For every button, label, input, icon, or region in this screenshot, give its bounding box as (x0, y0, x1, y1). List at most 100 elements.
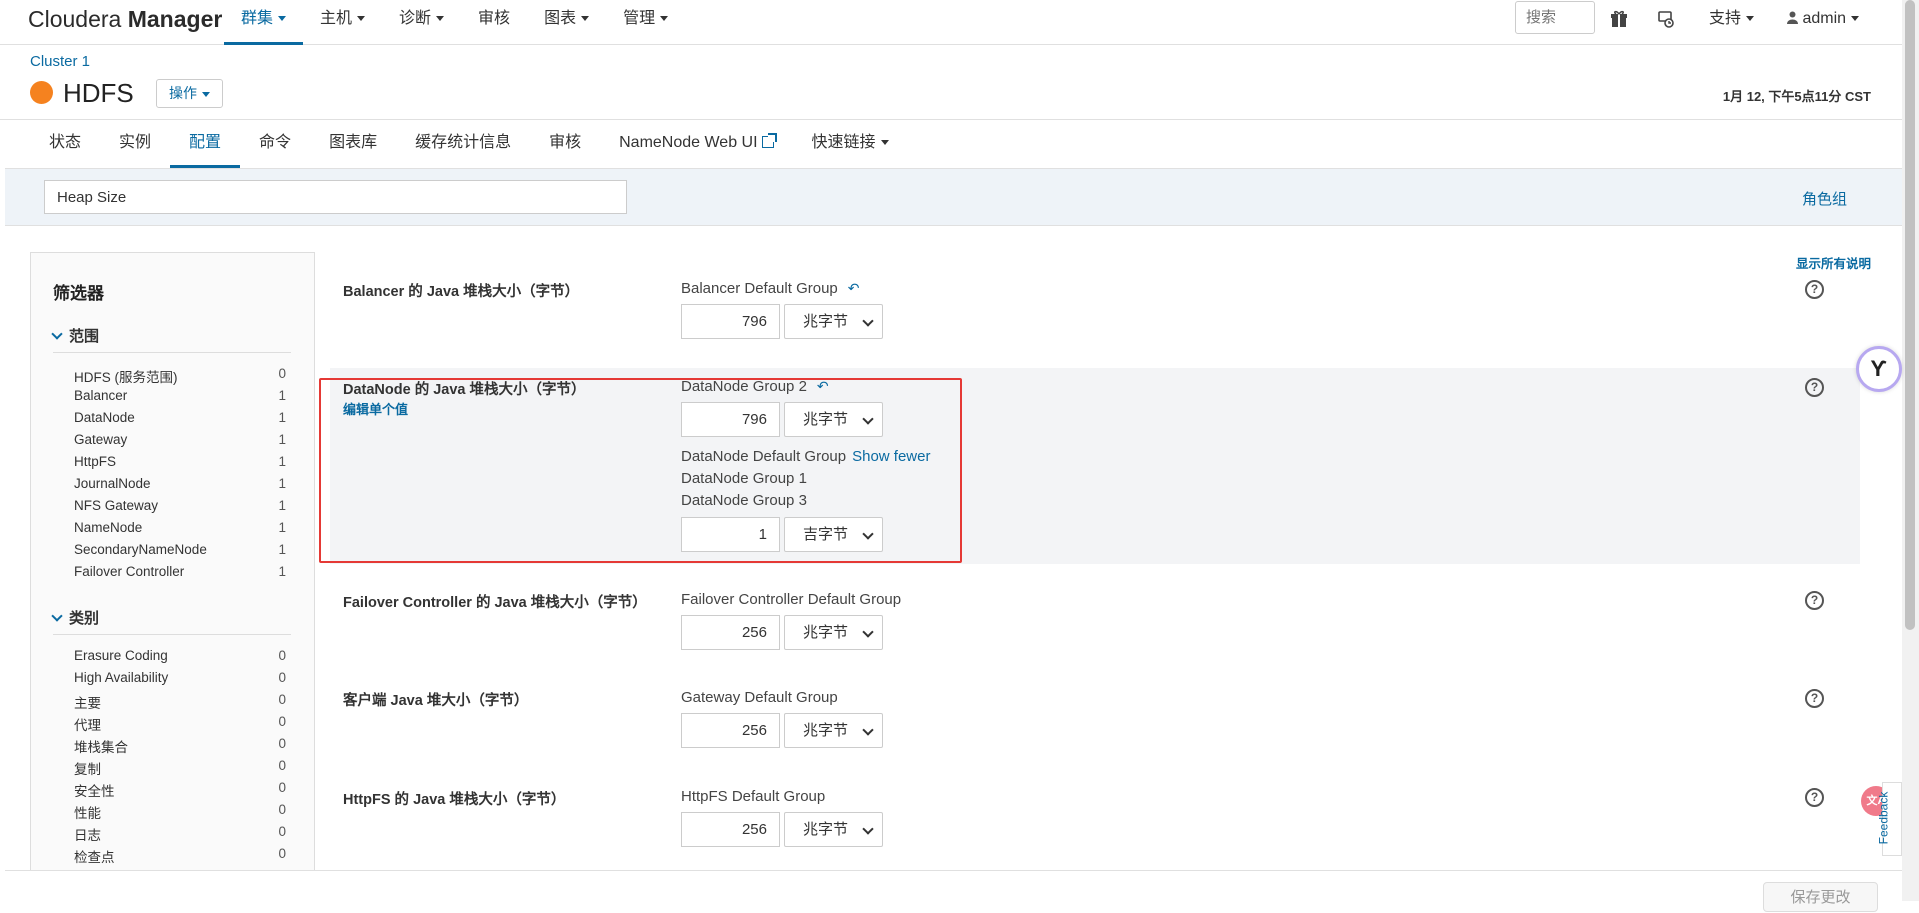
filter-count: 0 (278, 846, 286, 861)
filter-name: HttpFS (74, 454, 117, 469)
category-filter-item[interactable]: 性能 0 (74, 802, 286, 824)
nav-admin[interactable]: 管理 (606, 0, 685, 45)
help-icon[interactable]: ? (1805, 689, 1824, 708)
help-icon[interactable]: ? (1805, 788, 1824, 807)
brand-suffix: Manager (127, 6, 223, 32)
filter-name: SecondaryNameNode (74, 542, 207, 557)
save-changes-button[interactable]: 保存更改 (1763, 882, 1878, 912)
nav-clusters[interactable]: 群集 (224, 0, 304, 45)
tab-cache-stats[interactable]: 缓存统计信息 (396, 120, 530, 168)
category-filter-item[interactable]: 代理 0 (74, 714, 286, 736)
tab-chart-library[interactable]: 图表库 (310, 120, 396, 168)
filter-count: 0 (278, 366, 286, 381)
filter-name: High Availability (74, 670, 169, 685)
brand-prefix: Cloudera (28, 6, 122, 32)
scope-filter-item[interactable]: NameNode 1 (74, 520, 286, 542)
support-label: 支持 (1709, 10, 1742, 27)
user-icon (1787, 11, 1798, 24)
caret-down-icon (880, 140, 889, 146)
filter-count: 1 (278, 564, 286, 579)
filter-name: DataNode (74, 410, 135, 425)
config-search-bar: 角色组 (5, 168, 1902, 226)
assistant-icon[interactable]: Ƴ (1856, 346, 1902, 392)
filter-count: 1 (278, 498, 286, 513)
help-icon[interactable]: ? (1805, 591, 1824, 610)
filter-name: Failover Controller (74, 564, 185, 579)
undo-icon[interactable]: ↶ (848, 280, 860, 297)
caret-down-icon (660, 16, 669, 22)
scope-section-header[interactable]: 范围 (51, 325, 291, 353)
tab-commands[interactable]: 命令 (240, 120, 310, 168)
nav-hosts[interactable]: 主机 (303, 0, 382, 45)
feedback-tab[interactable]: Feedback (1876, 782, 1902, 856)
config-row-failover-controller: Failover Controller 的 Java 堆栈大小（字节） Fail… (330, 586, 1860, 682)
support-menu[interactable]: 支持 (1709, 0, 1755, 38)
heap-size-input[interactable]: 796 (681, 304, 780, 339)
config-row-httpfs: HttpFS 的 Java 堆栈大小（字节） HttpFS Default Gr… (330, 783, 1860, 863)
scrollbar-thumb[interactable] (1905, 0, 1915, 630)
role-groups-link[interactable]: 角色组 (1802, 188, 1847, 209)
scope-filter-item[interactable]: Gateway 1 (74, 432, 286, 454)
filter-count: 1 (278, 542, 286, 557)
help-icon[interactable]: ? (1805, 280, 1824, 299)
tab-status[interactable]: 状态 (30, 120, 100, 168)
tasks-icon[interactable] (1657, 10, 1675, 28)
unit-select[interactable]: 兆字节 (784, 713, 883, 748)
role-group-label: HttpFS Default Group (681, 788, 826, 805)
category-filter-item[interactable]: Erasure Coding 0 (74, 648, 286, 670)
category-filter-item[interactable]: High Availability 0 (74, 670, 286, 692)
tab-instances[interactable]: 实例 (100, 120, 170, 168)
category-section-header[interactable]: 类别 (51, 607, 291, 635)
filter-name: Gateway (74, 432, 128, 447)
feedback-label: Feedback (1876, 791, 1891, 845)
heap-size-input[interactable]: 256 (681, 812, 780, 847)
filter-name: 日志 (74, 828, 101, 843)
filter-count: 0 (278, 692, 286, 707)
filter-name: 性能 (74, 806, 101, 821)
tab-namenode-web-ui[interactable]: NameNode Web UI (600, 120, 792, 168)
filter-count: 0 (278, 824, 286, 839)
category-filter-item[interactable]: 安全性 0 (74, 780, 286, 802)
category-filter-item[interactable]: 主要 0 (74, 692, 286, 714)
heap-size-input[interactable]: 256 (681, 615, 780, 650)
tab-quick-links[interactable]: 快速链接 (793, 120, 908, 168)
scope-filter-item[interactable]: JournalNode 1 (74, 476, 286, 498)
scope-filter-item[interactable]: HttpFS 1 (74, 454, 286, 476)
nav-charts[interactable]: 图表 (527, 0, 606, 45)
user-menu[interactable]: admin (1787, 0, 1860, 38)
nav-audits[interactable]: 审核 (461, 0, 527, 45)
filter-count: 1 (278, 454, 286, 469)
bottom-action-bar (5, 870, 1902, 901)
filter-name: 堆栈集合 (74, 740, 128, 755)
scope-filter-item[interactable]: SecondaryNameNode 1 (74, 542, 286, 564)
unit-select[interactable]: 兆字节 (784, 304, 883, 339)
gift-icon[interactable] (1610, 10, 1628, 28)
breadcrumb-cluster[interactable]: Cluster 1 (30, 53, 90, 70)
tab-configuration[interactable]: 配置 (170, 120, 241, 168)
brand-logo[interactable]: Cloudera Manager (28, 6, 222, 33)
scope-filter-item[interactable]: Balancer 1 (74, 388, 286, 410)
category-filter-item[interactable]: 复制 0 (74, 758, 286, 780)
top-search-input[interactable] (1515, 1, 1595, 34)
unit-select[interactable]: 兆字节 (784, 615, 883, 650)
filter-count: 0 (278, 758, 286, 773)
scope-filter-item[interactable]: HDFS (服务范围) 0 (74, 366, 286, 388)
help-icon[interactable]: ? (1805, 378, 1824, 397)
actions-label: 操作 (169, 85, 197, 101)
category-filter-item[interactable]: 日志 0 (74, 824, 286, 846)
service-status-icon (30, 81, 53, 104)
config-search-input[interactable] (44, 180, 627, 214)
scope-filter-item[interactable]: Failover Controller 1 (74, 564, 286, 586)
caret-down-icon (436, 16, 445, 22)
role-group-label: Balancer Default Group (681, 280, 838, 297)
tab-audits[interactable]: 审核 (530, 120, 600, 168)
nav-diagnostics[interactable]: 诊断 (382, 0, 461, 45)
actions-button[interactable]: 操作 (156, 79, 223, 108)
category-filter-item[interactable]: 检查点 0 (74, 846, 286, 868)
scope-filter-item[interactable]: DataNode 1 (74, 410, 286, 432)
category-filter-item[interactable]: 堆栈集合 0 (74, 736, 286, 758)
scope-filter-item[interactable]: NFS Gateway 1 (74, 498, 286, 520)
heap-size-input[interactable]: 256 (681, 713, 780, 748)
filter-name: HDFS (服务范围) (74, 370, 178, 385)
unit-select[interactable]: 兆字节 (784, 812, 883, 847)
